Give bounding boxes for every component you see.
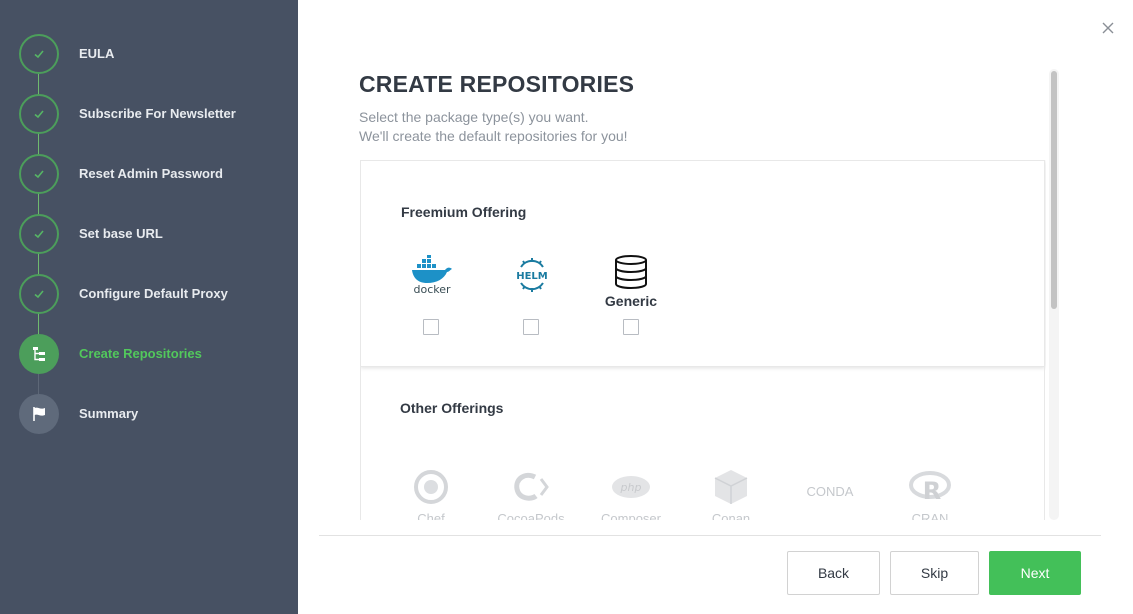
check-icon (19, 214, 59, 254)
package-cocoapods[interactable]: CocoaPods (491, 465, 571, 520)
step-label: Summary (79, 406, 139, 421)
svg-text:HELM: HELM (516, 271, 548, 282)
page-subtitle: Select the package type(s) you want. (359, 109, 589, 125)
check-icon (19, 34, 59, 74)
svg-text:docker: docker (413, 283, 451, 295)
step-subscribe-newsletter[interactable]: Subscribe For Newsletter (0, 94, 298, 134)
step-label: Configure Default Proxy (79, 286, 228, 301)
step-summary[interactable]: Summary (0, 394, 298, 434)
database-icon (591, 253, 671, 291)
package-name: Conan (711, 511, 751, 520)
page-title: CREATE REPOSITORIES (359, 71, 635, 97)
docker-icon: docker (392, 253, 472, 297)
step-set-base-url[interactable]: Set base URL (0, 214, 298, 254)
step-pending-line (38, 374, 39, 394)
r-icon: R (890, 465, 970, 509)
check-icon (19, 94, 59, 134)
package-name: CONDA (806, 484, 854, 499)
page-subtitle-secondary: We'll create the default repositories fo… (359, 128, 628, 144)
package-docker[interactable]: docker (392, 253, 472, 297)
package-chef[interactable]: Chef (391, 465, 471, 520)
helm-checkbox[interactable] (523, 319, 539, 335)
step-label: Create Repositories (79, 346, 202, 361)
chef-icon (391, 465, 471, 509)
package-conan[interactable]: Conan (691, 465, 771, 520)
package-name: CocoaPods (497, 511, 565, 520)
php-icon: php (591, 465, 671, 509)
step-reset-admin-password[interactable]: Reset Admin Password (0, 154, 298, 194)
step-label: Subscribe For Newsletter (79, 106, 236, 121)
repository-tree-icon (19, 334, 59, 374)
step-create-repositories[interactable]: Create Repositories (0, 334, 298, 374)
freemium-offering-card: Freemium Offering docker HELM Generic (360, 160, 1045, 367)
cocoapods-icon (491, 465, 571, 509)
generic-checkbox[interactable] (623, 319, 639, 335)
check-icon (19, 154, 59, 194)
other-offerings-section: Other Offerings Chef CocoaPods php Compo… (360, 367, 1045, 520)
step-label: Reset Admin Password (79, 166, 224, 181)
svg-text:R: R (923, 477, 941, 504)
footer-divider (319, 535, 1101, 536)
package-name: CRAN (911, 511, 949, 520)
package-name: Composer (601, 511, 661, 520)
package-conda[interactable]: CONDA (790, 482, 870, 499)
wizard-sidebar: EULA Subscribe For Newsletter Reset Admi… (0, 0, 298, 614)
helm-icon: HELM (492, 253, 572, 297)
step-configure-default-proxy[interactable]: Configure Default Proxy (0, 274, 298, 314)
flag-icon (19, 394, 59, 434)
scrollbar-thumb[interactable] (1051, 71, 1057, 309)
conan-icon (691, 465, 771, 509)
svg-text:php: php (620, 481, 642, 494)
package-cran[interactable]: R CRAN (890, 465, 970, 520)
step-label: EULA (79, 46, 115, 61)
package-name: Generic (604, 293, 658, 309)
docker-checkbox[interactable] (423, 319, 439, 335)
package-name: Chef (417, 511, 445, 520)
freemium-offering-title: Freemium Offering (401, 204, 527, 220)
step-eula[interactable]: EULA (0, 34, 298, 74)
other-offerings-title: Other Offerings (400, 400, 504, 416)
back-button[interactable]: Back (787, 551, 880, 595)
close-icon[interactable] (1100, 20, 1116, 36)
next-button[interactable]: Next (989, 551, 1081, 595)
package-helm[interactable]: HELM (492, 253, 572, 297)
package-types-panel: Freemium Offering docker HELM Generic Ot… (360, 160, 1046, 520)
step-label: Set base URL (79, 226, 163, 241)
package-generic[interactable]: Generic (591, 253, 671, 309)
check-icon (19, 274, 59, 314)
package-composer[interactable]: php Composer (591, 465, 671, 520)
skip-button[interactable]: Skip (890, 551, 979, 595)
